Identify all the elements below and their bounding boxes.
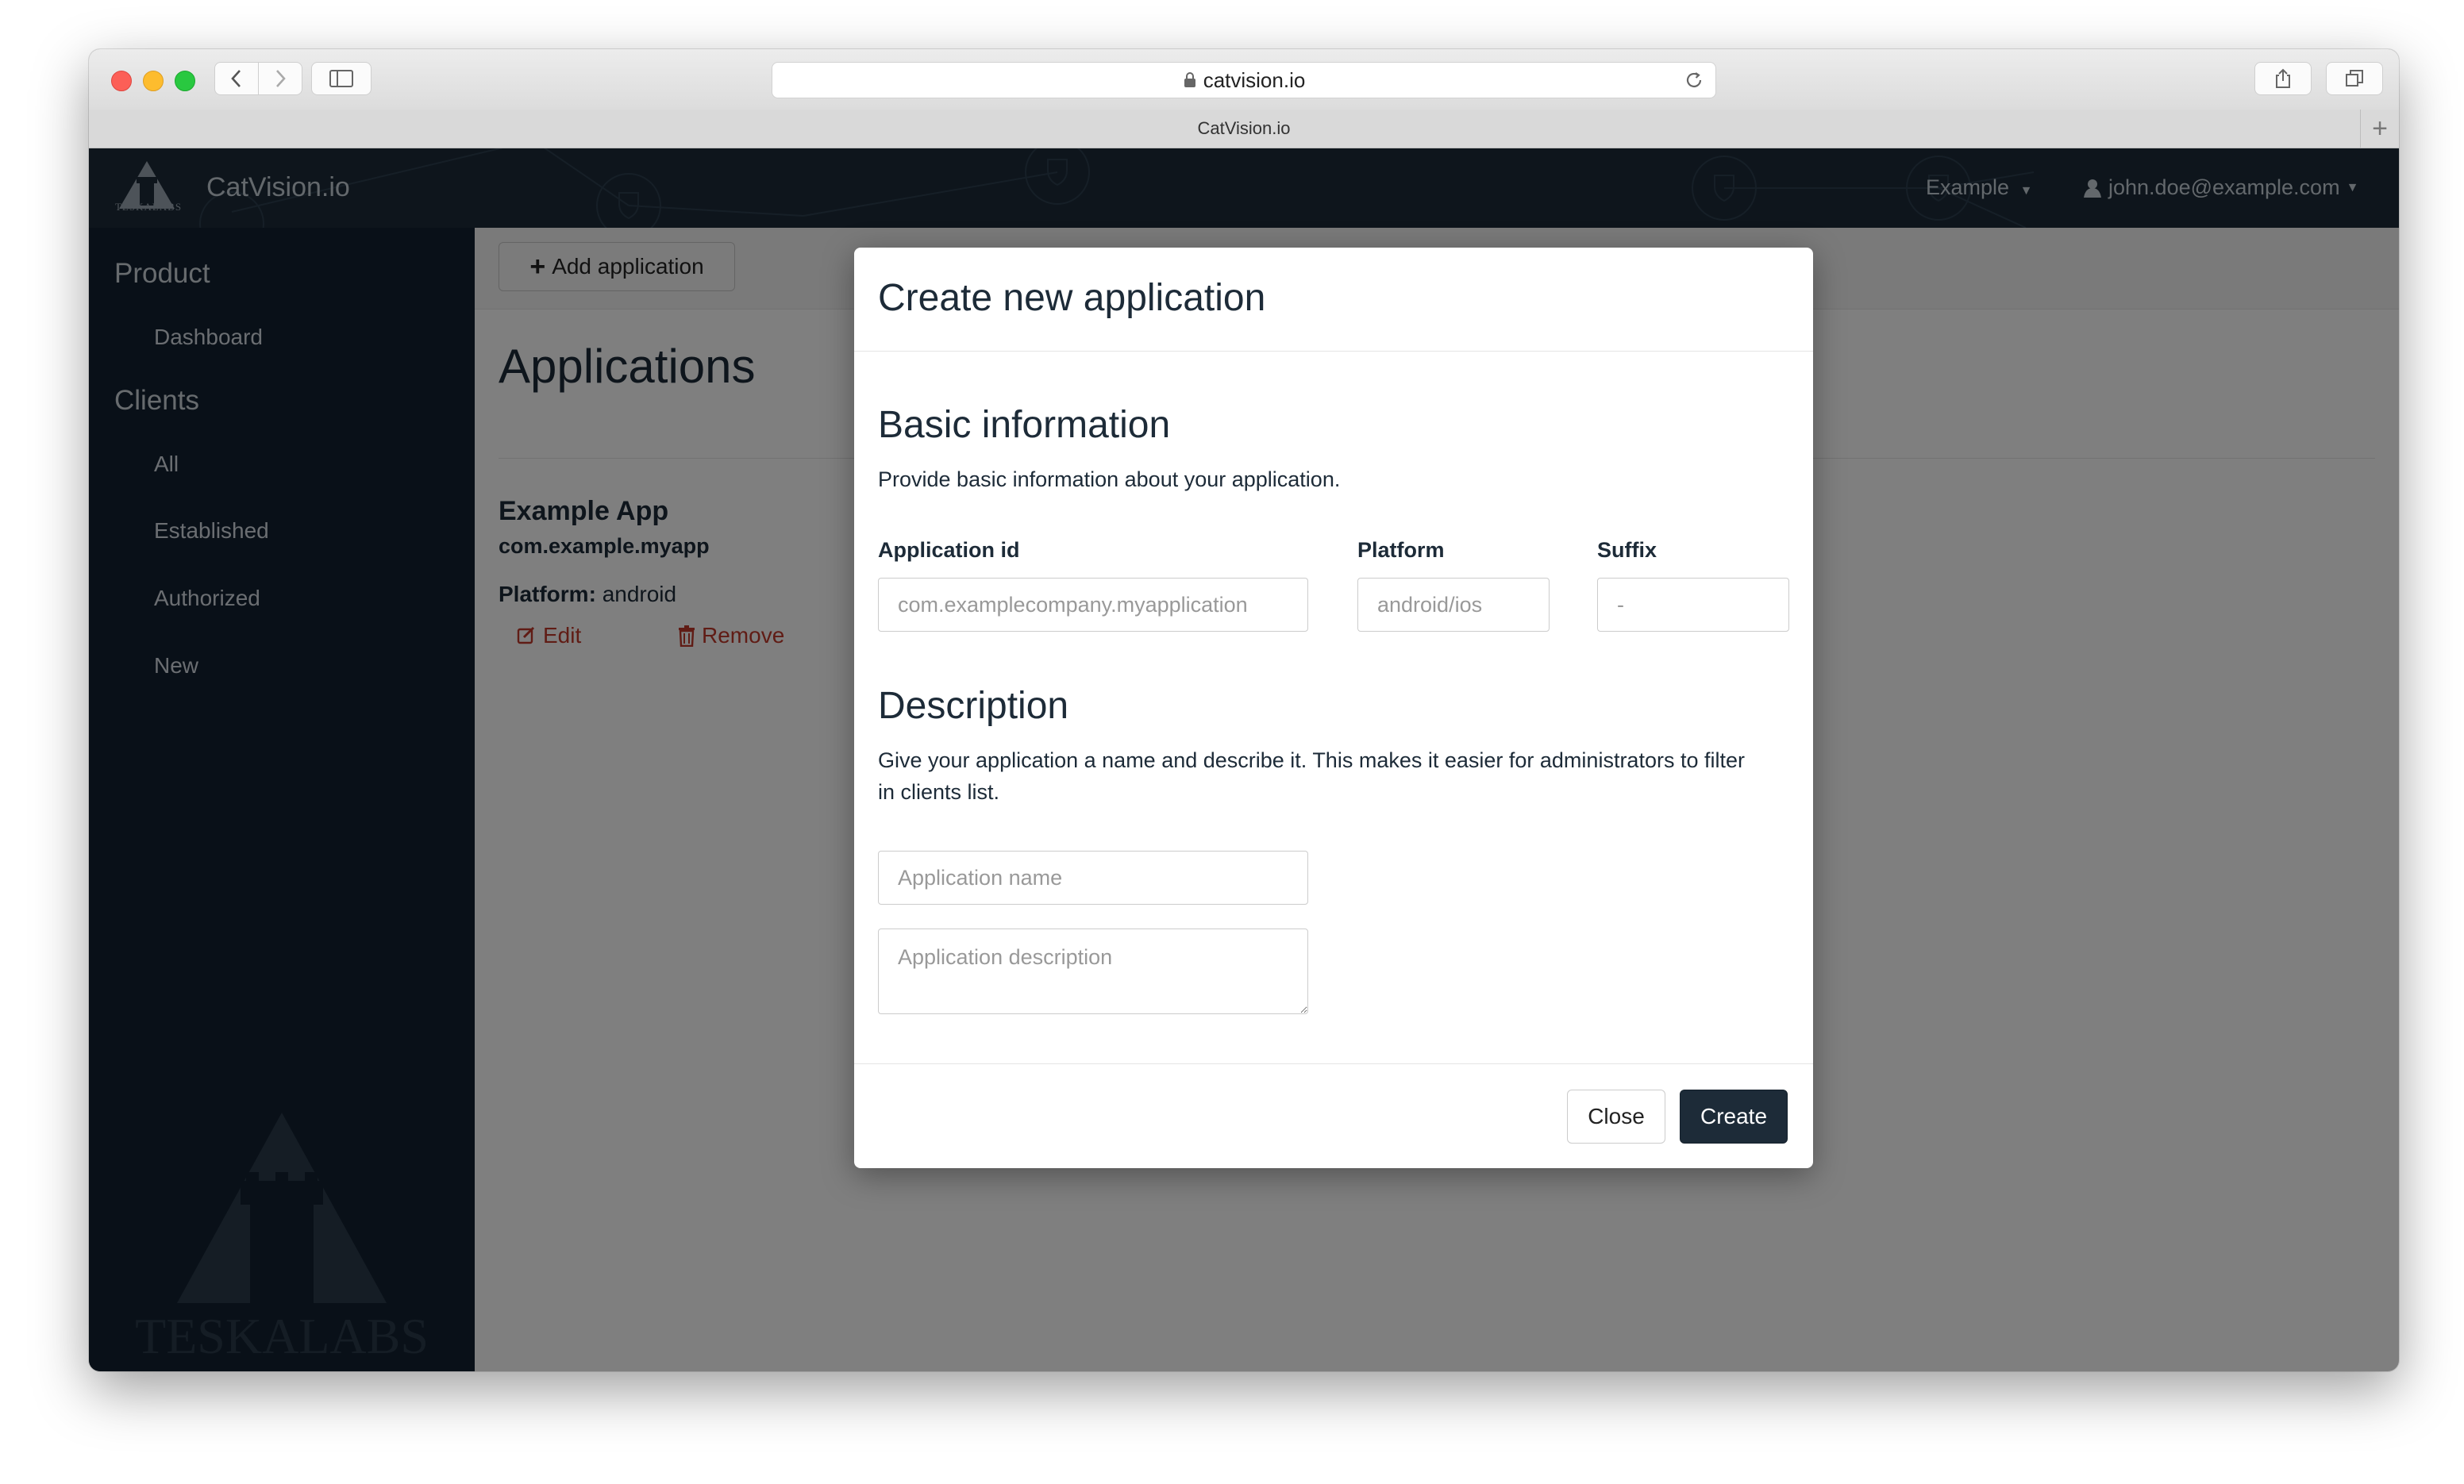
app-name-input[interactable] — [878, 851, 1308, 905]
url-text: catvision.io — [1203, 67, 1306, 92]
modal-header: Create new application — [854, 248, 1813, 352]
reload-icon[interactable] — [1684, 70, 1704, 90]
suffix-input[interactable] — [1597, 578, 1789, 632]
description-title: Description — [878, 685, 1069, 727]
basic-info-title: Basic information — [878, 404, 1171, 446]
close-window-button[interactable] — [111, 71, 132, 91]
modal-footer: Close Create — [854, 1063, 1813, 1169]
app-description-textarea[interactable] — [878, 928, 1308, 1014]
chevron-left-icon — [231, 70, 241, 87]
platform-input[interactable] — [1357, 578, 1550, 632]
close-button[interactable]: Close — [1567, 1090, 1665, 1144]
suffix-label: Suffix — [1597, 538, 1657, 562]
browser-window: catvision.io CatVision.io + Create new a… — [89, 49, 2399, 1371]
create-button[interactable]: Create — [1680, 1090, 1788, 1144]
zoom-window-button[interactable] — [175, 71, 195, 91]
platform-field-label: Platform — [1357, 538, 1445, 562]
share-button[interactable] — [2254, 62, 2312, 95]
lock-icon — [1184, 72, 1195, 87]
tab-bar: CatVision.io + — [89, 110, 2399, 148]
tab-title[interactable]: CatVision.io — [1198, 118, 1291, 139]
description-help: Give your application a name and describ… — [878, 748, 1745, 804]
app-id-label: Application id — [878, 538, 1020, 562]
tabs-icon — [2346, 70, 2363, 87]
browser-toolbar: catvision.io — [89, 49, 2399, 110]
sidebar-toggle-button[interactable] — [311, 62, 372, 95]
share-icon — [2276, 68, 2290, 88]
minimize-window-button[interactable] — [143, 71, 164, 91]
tabs-overview-button[interactable] — [2326, 62, 2383, 95]
app-id-input[interactable] — [878, 578, 1308, 632]
forward-button[interactable] — [258, 62, 302, 95]
new-tab-button[interactable]: + — [2360, 110, 2399, 148]
basic-info-help: Provide basic information about your app… — [878, 467, 1341, 491]
modal-title: Create new application — [878, 277, 1266, 319]
create-application-modal: Create new application Basic information… — [854, 248, 1813, 1168]
back-button[interactable] — [214, 62, 259, 95]
address-bar[interactable]: catvision.io — [772, 62, 1716, 98]
sidebar-icon — [329, 70, 353, 87]
chevron-right-icon — [276, 70, 286, 87]
